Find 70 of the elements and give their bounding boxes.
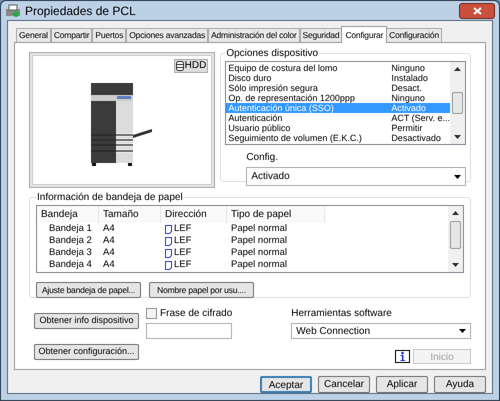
tray-settings-button[interactable]: Ajuste bandeja de papel... — [36, 282, 141, 298]
dialog-button[interactable]: Ayuda — [434, 376, 486, 393]
table-cell-text: Papel normal — [230, 246, 288, 260]
list-item[interactable]: Seguimiento de volumen (E.K.C.) Desactivado — [226, 133, 450, 143]
tab[interactable]: Seguridad — [300, 28, 342, 42]
column-header[interactable]: Tipo de papel — [227, 206, 325, 223]
disk-icon — [176, 61, 184, 71]
table-cell-text: A4 — [102, 222, 116, 236]
table-cell-text: Bandeja 3 — [48, 246, 93, 260]
software-tools-label: Herramientas software — [291, 307, 393, 321]
tab[interactable]: Opciones avanzadas — [126, 28, 208, 42]
table-cell-text: Papel normal — [230, 234, 288, 248]
column-header[interactable]: Dirección — [161, 206, 227, 223]
dropdown-arrow-icon — [454, 174, 461, 178]
scroll-down-icon[interactable] — [452, 262, 459, 267]
list-item[interactable]: Op. de representación 1200ppp Ninguno — [226, 93, 450, 103]
scroll-up-icon[interactable] — [454, 67, 461, 72]
column-header[interactable]: Tamaño — [99, 206, 161, 223]
printer-icon — [5, 4, 21, 18]
scroll-thumb[interactable] — [452, 92, 463, 114]
tab[interactable]: Configurar — [341, 26, 388, 43]
tab[interactable]: Administración del color — [208, 28, 300, 42]
table-cell: LEF — [174, 258, 192, 272]
column-header[interactable]: Bandeja — [37, 206, 99, 223]
dialog-button[interactable]: Aplicar — [376, 376, 428, 393]
info-icon[interactable] — [395, 350, 410, 363]
table-cell-text: Papel normal — [230, 222, 288, 236]
list-item[interactable]: Sólo impresión segura Desact. — [226, 83, 450, 93]
config-dropdown[interactable]: Activado — [246, 167, 466, 186]
close-icon — [472, 6, 482, 14]
list-item[interactable]: Disco duro Instalado — [226, 73, 450, 83]
list-item[interactable]: Equipo de costura del lomo Ninguno — [226, 63, 450, 73]
get-device-info-button[interactable]: Obtener info dispositivo — [34, 313, 139, 329]
passphrase-input[interactable] — [146, 323, 232, 339]
group-title: Opciones dispositivo — [225, 47, 320, 61]
table-cell-text: LEF — [174, 234, 192, 248]
table-cell-text: Bandeja 1 — [48, 222, 93, 236]
list-item[interactable]: Autenticación ACT (Serv. e... — [226, 113, 450, 123]
device-options-list[interactable] — [225, 61, 466, 145]
dialog-button[interactable]: Aceptar — [260, 376, 312, 393]
list-item[interactable]: Usuario público Permitir — [226, 123, 450, 133]
table-cell-text: A4 — [102, 234, 116, 248]
scrollbar[interactable] — [448, 206, 463, 272]
tab[interactable]: General — [16, 28, 51, 42]
software-tools-dropdown[interactable]: Web Connection — [291, 323, 471, 339]
paper-name-button[interactable]: Nombre papel por usu.... — [149, 282, 254, 298]
passphrase-checkbox[interactable] — [146, 308, 157, 319]
table-cell-text: LEF — [174, 246, 192, 260]
scroll-up-icon[interactable] — [452, 211, 459, 216]
table-cell-text: A4 — [102, 246, 116, 260]
hdd-badge: HDD — [174, 59, 208, 73]
table-cell-text: Papel normal — [230, 258, 288, 272]
table-cell-text: Bandeja 2 — [48, 234, 93, 248]
dropdown-arrow-icon — [459, 329, 466, 333]
scroll-thumb[interactable] — [450, 221, 461, 249]
group-title: Información de bandeja de papel — [36, 191, 184, 205]
get-configuration-button[interactable]: Obtener configuración... — [34, 344, 139, 360]
tab[interactable]: Puertos — [92, 28, 126, 42]
window-title: Propiedades de PCL — [25, 2, 136, 20]
tab[interactable]: Configuración — [386, 28, 442, 42]
passphrase-label: Frase de cifrado — [160, 307, 232, 321]
tab[interactable]: Compartir — [50, 28, 92, 42]
dialog-button[interactable]: Cancelar — [318, 376, 370, 393]
scroll-down-icon[interactable] — [454, 134, 461, 139]
table-cell-text: LEF — [174, 222, 192, 236]
config-label: Config. — [246, 151, 279, 165]
scrollbar[interactable] — [450, 62, 465, 144]
close-button[interactable] — [459, 2, 495, 18]
table-cell-text: Bandeja 4 — [48, 258, 93, 272]
table-cell-text: A4 — [102, 258, 116, 272]
